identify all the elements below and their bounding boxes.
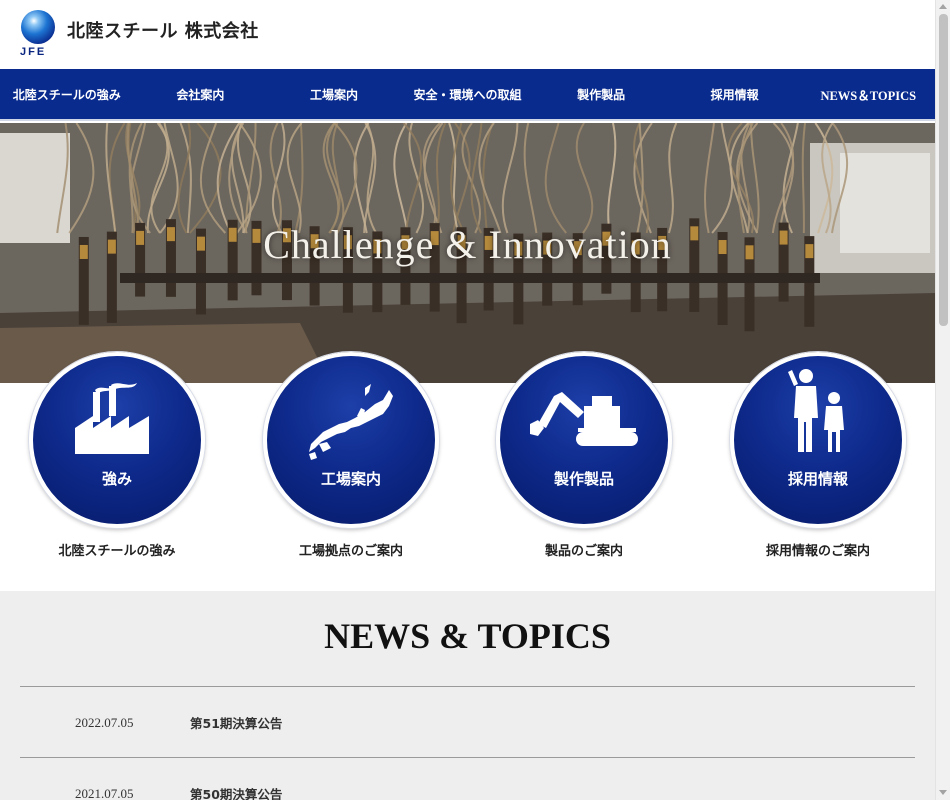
feature-circle[interactable]: 強み	[29, 352, 205, 528]
nav-item-factory[interactable]: 工場案内	[267, 69, 401, 119]
feature-label: 採用情報	[787, 470, 848, 488]
hero-tagline: Challenge & Innovation	[263, 222, 672, 267]
feature-label: 製作製品	[553, 470, 614, 488]
nav-item-company[interactable]: 会社案内	[134, 69, 268, 119]
news-date: 2021.07.05	[75, 786, 134, 800]
news-title-link[interactable]: 第51期決算公告	[190, 713, 282, 732]
news-title-link[interactable]: 第50期決算公告	[190, 784, 282, 800]
feature-caption[interactable]: 採用情報のご案内	[728, 540, 908, 559]
news-date: 2022.07.05	[75, 715, 134, 730]
page-scrollbar[interactable]	[935, 0, 950, 800]
logo-text: JFE	[20, 46, 47, 58]
hero-banner: Challenge & Innovation	[0, 123, 935, 383]
news-item[interactable]: 2021.07.05 第50期決算公告	[20, 757, 915, 800]
scroll-thumb[interactable]	[939, 14, 948, 326]
main-nav: 北陸スチールの強み 会社案内 工場案内 安全・環境への取組 製作製品 採用情報 …	[0, 69, 935, 121]
scroll-down-icon[interactable]	[939, 790, 947, 795]
nav-item-news-topics[interactable]: NEWS＆TOPICS	[801, 69, 935, 119]
feature-caption[interactable]: 北陸スチールの強み	[27, 540, 207, 559]
feature-products[interactable]: 製作製品 製品のご案内	[494, 352, 674, 559]
news-list: 2022.07.05 第51期決算公告 2021.07.05 第50期決算公告	[20, 686, 915, 800]
excavator-icon	[530, 392, 638, 446]
nav-item-recruit[interactable]: 採用情報	[668, 69, 802, 119]
factory-icon	[75, 383, 149, 454]
feature-caption[interactable]: 製品のご案内	[494, 540, 674, 559]
jfe-logo[interactable]: JFE	[20, 10, 60, 60]
feature-recruit[interactable]: 採用情報 採用情報のご案内	[728, 352, 908, 559]
feature-label: 強み	[101, 470, 132, 488]
news-item[interactable]: 2022.07.05 第51期決算公告	[20, 686, 915, 757]
feature-label: 工場案内	[320, 470, 381, 488]
company-name[interactable]: 北陸スチール 株式会社	[67, 17, 259, 43]
people-icon	[788, 369, 844, 452]
feature-circle[interactable]: 工場案内	[263, 352, 439, 528]
news-section: NEWS & TOPICS 2022.07.05 第51期決算公告 2021.0…	[0, 591, 935, 800]
jfe-globe-icon	[21, 10, 55, 44]
site-header: JFE 北陸スチール 株式会社	[0, 0, 935, 69]
news-heading: NEWS & TOPICS	[324, 616, 611, 656]
nav-item-products[interactable]: 製作製品	[534, 69, 668, 119]
nav-item-safety-environment[interactable]: 安全・環境への取組	[401, 69, 535, 119]
scroll-up-icon[interactable]	[939, 4, 947, 9]
feature-circle[interactable]: 採用情報	[730, 352, 906, 528]
feature-circle[interactable]: 製作製品	[496, 352, 672, 528]
feature-links: 強み 北陸スチールの強み 工場案内 工場拠点のご案内 製作製品 製品のご案内 採…	[0, 352, 935, 590]
feature-factory[interactable]: 工場案内 工場拠点のご案内	[261, 352, 441, 559]
nav-item-strengths[interactable]: 北陸スチールの強み	[0, 69, 134, 119]
japan-map-icon	[309, 384, 393, 460]
feature-caption[interactable]: 工場拠点のご案内	[261, 540, 441, 559]
feature-strengths[interactable]: 強み 北陸スチールの強み	[27, 352, 207, 559]
